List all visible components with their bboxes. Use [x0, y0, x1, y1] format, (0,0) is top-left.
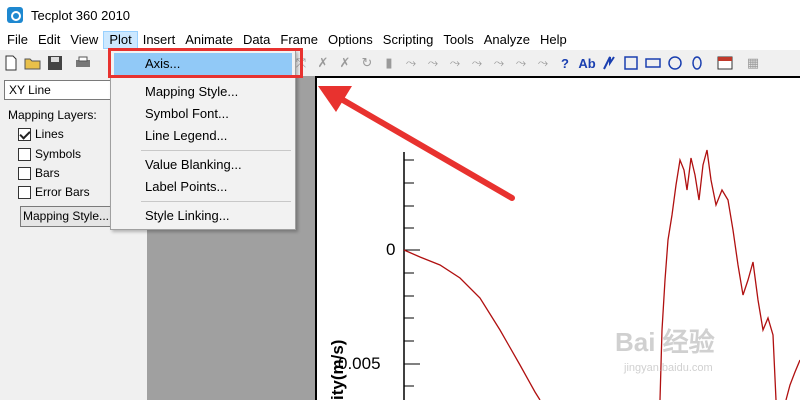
- annotation-arrow: [318, 86, 515, 201]
